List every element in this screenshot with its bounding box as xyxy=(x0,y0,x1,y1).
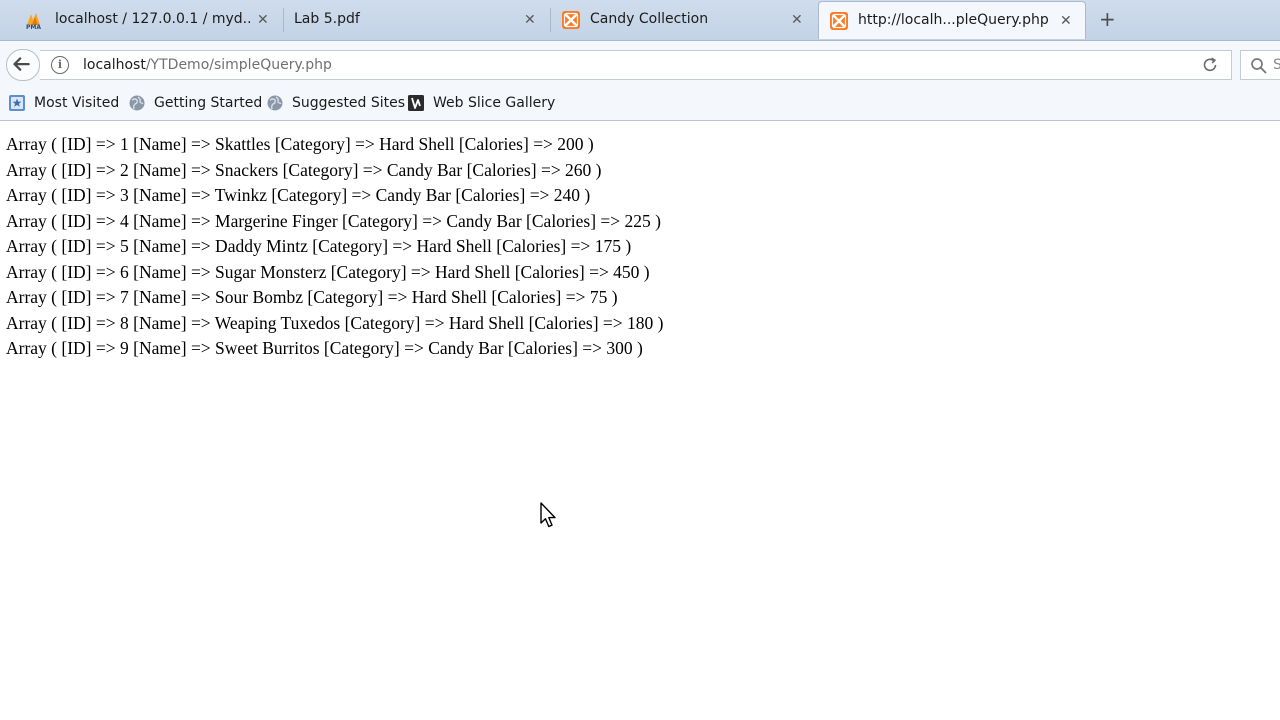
new-tab-button[interactable]: + xyxy=(1099,8,1116,30)
xampp-icon xyxy=(830,12,848,30)
url-host: localhost xyxy=(83,57,146,73)
svg-text:PMA: PMA xyxy=(26,24,41,30)
bookmark-star-icon xyxy=(9,95,25,111)
mouse-cursor-icon xyxy=(540,502,556,528)
close-icon[interactable]: ✕ xyxy=(1060,11,1072,31)
url-path: /YTDemo/simpleQuery.php xyxy=(145,57,332,73)
web-slice-icon xyxy=(408,95,424,111)
array-row: Array ( [ID] => 9 [Name] => Sweet Burrit… xyxy=(6,338,643,358)
bookmark-label: Most Visited xyxy=(34,95,120,111)
reload-icon[interactable] xyxy=(1200,55,1220,75)
back-button[interactable] xyxy=(6,49,40,81)
tab-lab5-pdf[interactable]: Lab 5.pdf ✕ xyxy=(284,1,550,39)
phpmyadmin-icon: PMA xyxy=(26,13,41,30)
globe-icon xyxy=(129,95,145,111)
bookmark-label: Getting Started xyxy=(154,95,263,111)
tab-candy-collection[interactable]: Candy Collection ✕ xyxy=(551,1,817,39)
array-row: Array ( [ID] => 8 [Name] => Weaping Tuxe… xyxy=(6,312,664,333)
close-icon[interactable]: ✕ xyxy=(791,10,803,30)
search-bar[interactable]: S xyxy=(1240,50,1280,80)
xampp-icon xyxy=(562,11,580,29)
array-row: Array ( [ID] => 2 [Name] => Snackers [Ca… xyxy=(6,159,602,180)
tab-label: localhost / 127.0.0.1 / myd... xyxy=(55,11,250,27)
tab-simple-query[interactable]: http://localh...pleQuery.php ✕ xyxy=(818,1,1086,39)
page-content: Array ( [ID] => 1 [Name] => Skattles [Ca… xyxy=(6,132,1266,362)
close-icon[interactable]: ✕ xyxy=(524,10,536,30)
array-row: Array ( [ID] => 3 [Name] => Twinkz [Cate… xyxy=(6,185,591,205)
navigation-toolbar: i localhost/YTDemo/simpleQuery.php S xyxy=(0,40,1280,87)
bookmark-label: Web Slice Gallery xyxy=(433,95,556,111)
info-icon[interactable]: i xyxy=(51,56,69,74)
tab-label: Lab 5.pdf xyxy=(294,11,360,27)
search-placeholder: S xyxy=(1273,57,1280,73)
back-arrow-icon xyxy=(13,57,30,71)
array-row: Array ( [ID] => 4 [Name] => Margerine Fi… xyxy=(6,210,661,231)
tab-strip: PMA localhost / 127.0.0.1 / myd... ✕ Lab… xyxy=(0,0,1280,40)
bookmark-label: Suggested Sites xyxy=(292,95,406,111)
array-row: Array ( [ID] => 7 [Name] => Sour Bombz [… xyxy=(6,287,618,307)
url-text: localhost/YTDemo/simpleQuery.php xyxy=(83,57,332,73)
array-row: Array ( [ID] => 5 [Name] => Daddy Mintz … xyxy=(6,236,632,256)
bookmarks-toolbar: Most Visited Getting Started Suggested S… xyxy=(0,87,1280,121)
tab-label: Candy Collection xyxy=(590,11,709,27)
array-row: Array ( [ID] => 6 [Name] => Sugar Monste… xyxy=(6,261,650,282)
globe-icon xyxy=(267,95,283,111)
address-bar[interactable]: i localhost/YTDemo/simpleQuery.php xyxy=(40,50,1232,80)
close-icon[interactable]: ✕ xyxy=(257,10,269,30)
search-icon xyxy=(1251,58,1267,74)
array-row: Array ( [ID] => 1 [Name] => Skattles [Ca… xyxy=(6,134,594,154)
tab-phpmyadmin[interactable]: PMA localhost / 127.0.0.1 / myd... ✕ xyxy=(14,1,284,39)
tab-label: http://localh...pleQuery.php xyxy=(858,12,1049,28)
